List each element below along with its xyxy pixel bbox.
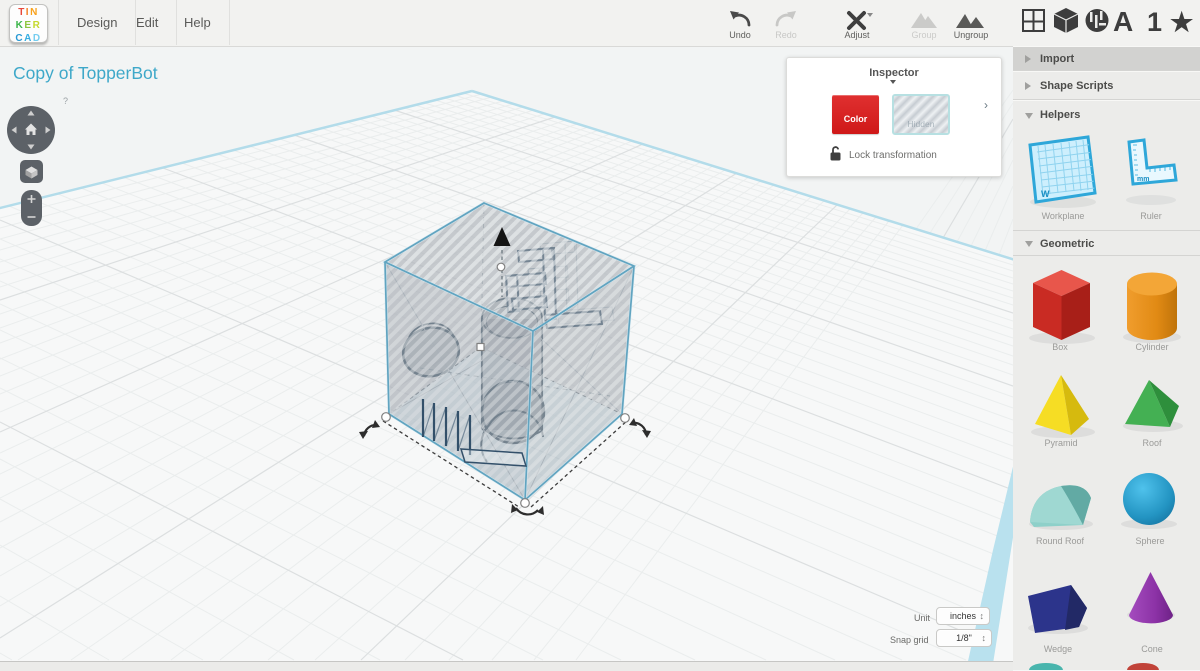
- svg-text:Redo: Redo: [775, 30, 797, 40]
- svg-text:A: A: [1113, 6, 1133, 37]
- svg-text:Ungroup: Ungroup: [954, 30, 989, 40]
- svg-text:★: ★: [1170, 7, 1194, 37]
- svg-text:1: 1: [1147, 7, 1162, 37]
- svg-text:Undo: Undo: [729, 30, 751, 40]
- svg-text:W: W: [1041, 189, 1050, 199]
- svg-text:Group: Group: [911, 30, 936, 40]
- svg-text:?: ?: [63, 96, 68, 106]
- svg-text:mm: mm: [1137, 176, 1149, 183]
- svg-text:Adjust: Adjust: [844, 30, 870, 40]
